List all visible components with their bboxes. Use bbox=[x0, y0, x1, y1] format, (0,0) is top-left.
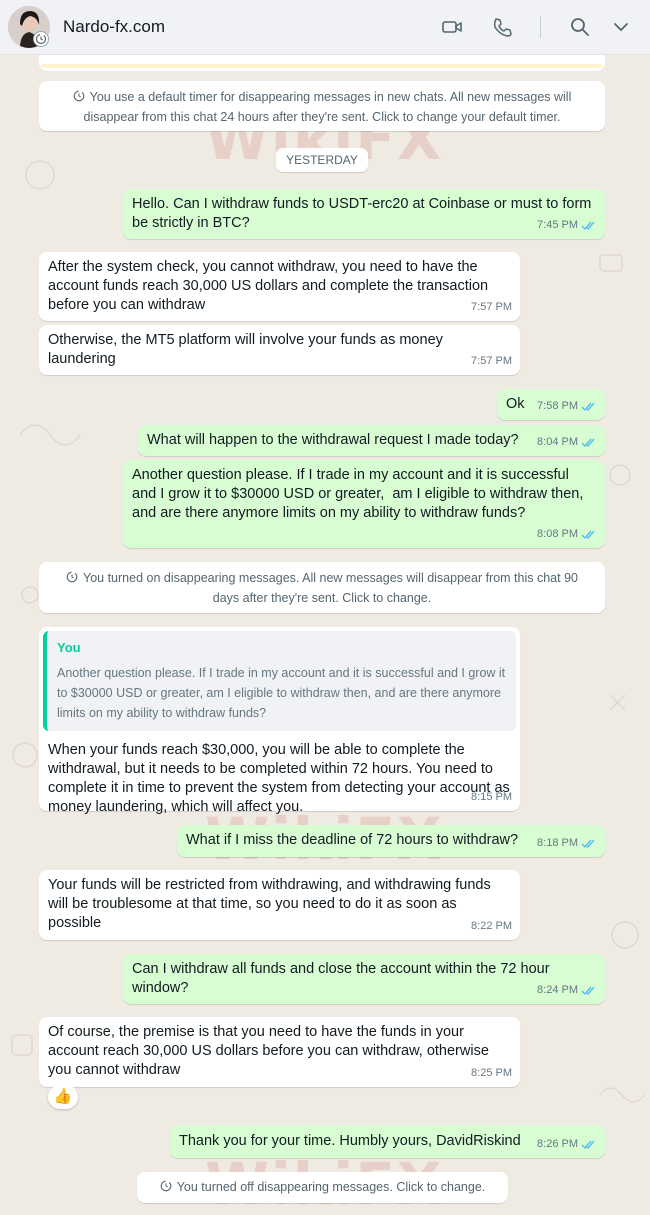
reaction-badge[interactable]: 👍 bbox=[48, 1085, 78, 1109]
message-time: 7:57 PM bbox=[471, 355, 512, 367]
video-call-icon[interactable] bbox=[441, 16, 463, 38]
read-ticks-icon bbox=[581, 221, 595, 231]
system-message-default-timer[interactable]: You use a default timer for disappearing… bbox=[39, 81, 605, 131]
message-outgoing[interactable]: Ok 7:58 PM bbox=[497, 389, 605, 420]
message-time: 8:08 PM bbox=[537, 528, 578, 540]
message-outgoing[interactable]: Hello. Can I withdraw funds to USDT-erc2… bbox=[123, 189, 605, 239]
message-time: 8:24 PM bbox=[537, 984, 578, 996]
previous-message-peek bbox=[39, 55, 605, 71]
date-divider: YESTERDAY bbox=[276, 148, 368, 172]
message-time: 8:04 PM bbox=[537, 436, 578, 448]
message-text: When your funds reach $30,000, you will … bbox=[48, 742, 514, 815]
message-meta: 7:57 PM bbox=[471, 298, 512, 317]
timer-icon bbox=[66, 571, 78, 583]
message-text: Otherwise, the MT5 platform will involve… bbox=[48, 332, 447, 367]
message-meta: 8:18 PM bbox=[537, 834, 597, 853]
message-meta: 8:22 PM bbox=[471, 917, 512, 936]
message-text: Of course, the premise is that you need … bbox=[48, 1024, 493, 1078]
message-text: What will happen to the withdrawal reque… bbox=[147, 432, 519, 448]
message-time: 8:15 PM bbox=[471, 791, 512, 803]
message-meta: 8:26 PM bbox=[537, 1135, 597, 1154]
system-message-text: You turned on disappearing messages. All… bbox=[83, 571, 578, 605]
message-text: Another question please. If I trade in m… bbox=[132, 467, 588, 521]
message-meta: 7:57 PM bbox=[471, 352, 512, 371]
message-meta: 7:58 PM bbox=[537, 397, 597, 416]
message-text: Hello. Can I withdraw funds to USDT-erc2… bbox=[132, 196, 596, 231]
message-text: Your funds will be restricted from withd… bbox=[48, 877, 495, 931]
quote-author: You bbox=[57, 640, 81, 655]
read-ticks-icon bbox=[581, 839, 595, 849]
chevron-down-icon[interactable] bbox=[610, 16, 632, 38]
message-meta: 8:25 PM bbox=[471, 1064, 512, 1083]
read-ticks-icon bbox=[581, 530, 595, 540]
message-outgoing[interactable]: Thank you for your time. Humbly yours, D… bbox=[170, 1125, 605, 1158]
system-message-text: You turned off disappearing messages. Cl… bbox=[176, 1180, 486, 1194]
quote-text: Another question please. If I trade in m… bbox=[57, 666, 506, 720]
message-outgoing[interactable]: What if I miss the deadline of 72 hours … bbox=[177, 825, 605, 857]
message-time: 8:25 PM bbox=[471, 1067, 512, 1079]
message-text: Thank you for your time. Humbly yours, D… bbox=[179, 1133, 521, 1149]
message-meta: 8:08 PM bbox=[537, 525, 597, 544]
read-ticks-icon bbox=[581, 986, 595, 996]
message-meta: 8:24 PM bbox=[537, 981, 597, 1000]
message-time: 7:58 PM bbox=[537, 400, 578, 412]
message-incoming[interactable]: Otherwise, the MT5 platform will involve… bbox=[39, 325, 520, 375]
message-incoming-reply[interactable]: You Another question please. If I trade … bbox=[39, 627, 520, 815]
message-time: 8:18 PM bbox=[537, 837, 578, 849]
voice-call-icon[interactable] bbox=[491, 16, 513, 38]
system-message-turned-off[interactable]: You turned off disappearing messages. Cl… bbox=[137, 1172, 508, 1203]
message-time: 8:26 PM bbox=[537, 1138, 578, 1150]
message-outgoing[interactable]: What will happen to the withdrawal reque… bbox=[138, 425, 605, 456]
message-text: What if I miss the deadline of 72 hours … bbox=[186, 832, 519, 848]
disappearing-timer-badge-icon bbox=[33, 31, 49, 47]
message-incoming[interactable]: Of course, the premise is that you need … bbox=[39, 1017, 520, 1087]
message-meta: 7:45 PM bbox=[537, 216, 597, 235]
message-text: Can I withdraw all funds and close the a… bbox=[132, 961, 554, 996]
message-outgoing[interactable]: Another question please. If I trade in m… bbox=[123, 460, 605, 548]
system-message-turned-on[interactable]: You turned on disappearing messages. All… bbox=[39, 562, 605, 613]
message-meta: 8:15 PM bbox=[471, 788, 512, 807]
chat-header: Nardo-fx.com bbox=[0, 0, 650, 55]
message-time: 7:57 PM bbox=[471, 301, 512, 313]
system-message-text: You use a default timer for disappearing… bbox=[83, 90, 572, 124]
timer-icon bbox=[160, 1180, 172, 1192]
message-outgoing[interactable]: Can I withdraw all funds and close the a… bbox=[123, 954, 605, 1004]
message-text: After the system check, you cannot withd… bbox=[48, 259, 493, 313]
timer-icon bbox=[73, 90, 84, 102]
contact-name[interactable]: Nardo-fx.com bbox=[63, 17, 165, 37]
search-icon[interactable] bbox=[569, 16, 591, 38]
read-ticks-icon bbox=[581, 402, 595, 412]
message-meta: 8:04 PM bbox=[537, 433, 597, 452]
message-time: 8:22 PM bbox=[471, 920, 512, 932]
quoted-message[interactable]: You Another question please. If I trade … bbox=[43, 631, 516, 731]
message-incoming[interactable]: Your funds will be restricted from withd… bbox=[39, 870, 520, 940]
message-time: 7:45 PM bbox=[537, 219, 578, 231]
message-incoming[interactable]: After the system check, you cannot withd… bbox=[39, 252, 520, 321]
header-divider bbox=[540, 16, 541, 38]
read-ticks-icon bbox=[581, 1140, 595, 1150]
read-ticks-icon bbox=[581, 438, 595, 448]
